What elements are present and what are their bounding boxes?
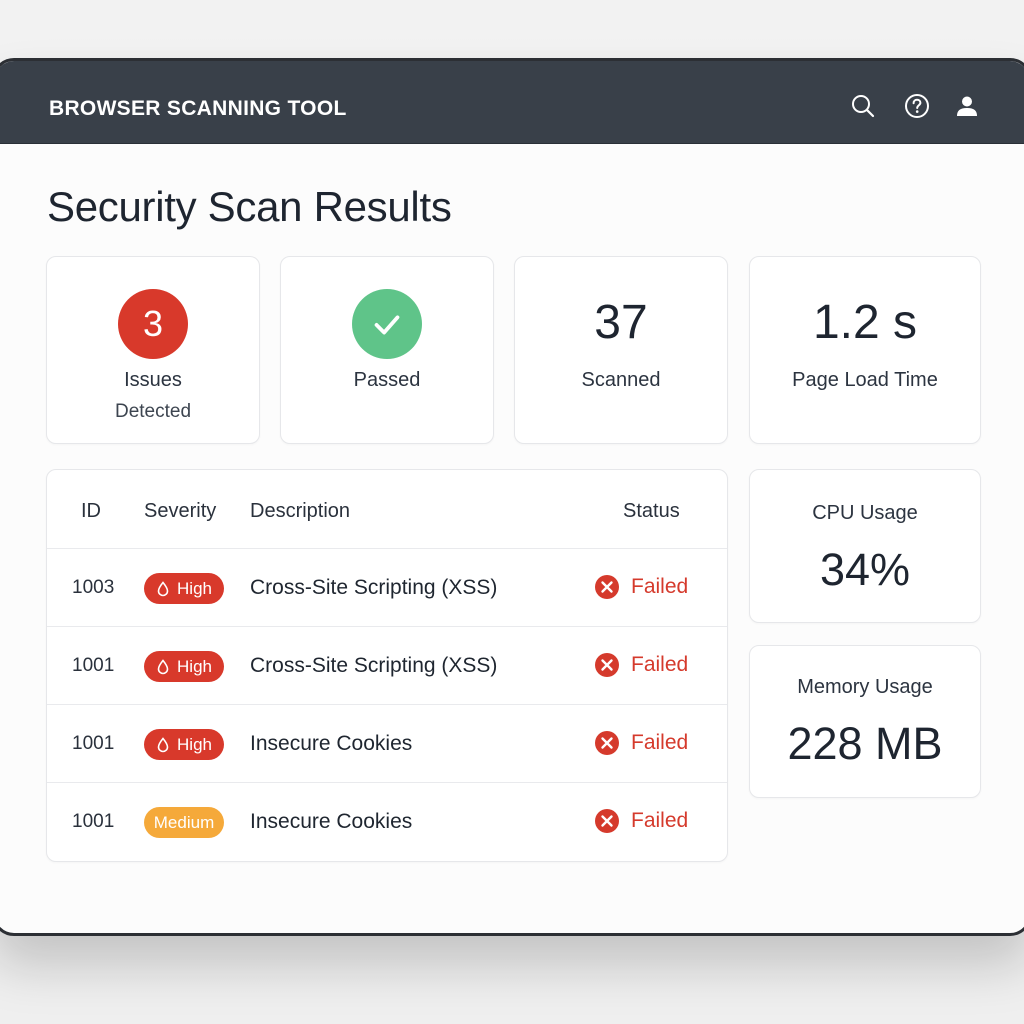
user-icon[interactable] (954, 93, 980, 119)
header-status: Status (623, 500, 680, 522)
drop-icon (157, 736, 169, 752)
scanned-card: 37 Scanned (514, 256, 728, 444)
severity-label: Medium (153, 812, 215, 832)
search-icon[interactable] (850, 93, 876, 119)
header-severity: Severity (144, 500, 217, 522)
row-id: 1003 (72, 577, 115, 598)
row-id: 1001 (72, 811, 115, 832)
error-icon (595, 731, 619, 755)
row-id: 1001 (72, 733, 115, 754)
table-row[interactable]: 1001 High Cross-Site Scripting (XSS) Fai… (47, 626, 727, 705)
issues-label: Issues (124, 369, 182, 391)
memory-usage-label: Memory Usage (797, 676, 933, 698)
drop-icon (157, 580, 169, 596)
memory-usage-value: 228 MB (787, 718, 943, 769)
severity-badge-high: High (144, 651, 224, 682)
severity-label: High (177, 656, 212, 676)
status-failed: Failed (594, 730, 688, 756)
table-row[interactable]: 1001 Medium Insecure Cookies Failed (47, 782, 727, 861)
app-title: BROWSER SCANNING TOOL (49, 97, 347, 120)
severity-label: High (177, 734, 212, 754)
memory-usage-card: Memory Usage 228 MB (749, 645, 981, 798)
error-icon (595, 809, 619, 833)
row-description: Cross-Site Scripting (XSS) (250, 654, 498, 677)
severity-badge-high: High (144, 573, 224, 604)
table-row[interactable]: 1001 High Insecure Cookies Failed (47, 704, 727, 783)
error-icon (595, 653, 619, 677)
cpu-usage-value: 34% (819, 544, 911, 595)
page: BROWSER SCANNING TOOL Security Scan Resu… (0, 0, 1024, 1024)
row-id: 1001 (72, 655, 115, 676)
passed-card: Passed (280, 256, 494, 444)
page-title: Security Scan Results (47, 183, 452, 230)
status-label: Failed (631, 575, 689, 598)
passed-badge (352, 289, 422, 359)
check-icon (374, 315, 400, 335)
status-failed: Failed (594, 574, 688, 600)
error-icon (595, 575, 619, 599)
header-id: ID (81, 500, 101, 522)
row-description: Insecure Cookies (250, 732, 413, 755)
drop-icon (157, 658, 169, 674)
table-row[interactable]: 1003 High Cross-Site Scripting (XSS) Fai… (47, 548, 727, 627)
severity-label: High (177, 578, 212, 598)
header-description: Description (250, 500, 351, 522)
scanned-label: Scanned (581, 369, 661, 391)
help-icon[interactable] (904, 93, 930, 119)
cpu-usage-card: CPU Usage 34% (749, 469, 981, 623)
load-time-value: 1.2 s (812, 296, 918, 349)
issues-card: 3 Issues Detected (46, 256, 260, 444)
severity-badge-medium: Medium (144, 807, 224, 838)
load-time-card: 1.2 s Page Load Time (749, 256, 981, 444)
results-table: ID Severity Description Status 1003 High… (46, 469, 728, 862)
status-failed: Failed (594, 652, 688, 678)
cpu-usage-label: CPU Usage (812, 502, 918, 524)
scanned-value: 37 (594, 296, 648, 349)
status-failed: Failed (594, 808, 688, 834)
load-time-label: Page Load Time (792, 369, 938, 391)
row-description: Insecure Cookies (250, 810, 413, 833)
top-bar: BROWSER SCANNING TOOL (0, 61, 1024, 144)
issues-count-badge: 3 (118, 289, 188, 359)
passed-label: Passed (353, 369, 421, 391)
row-description: Cross-Site Scripting (XSS) (250, 576, 498, 599)
issues-count: 3 (142, 303, 164, 344)
status-label: Failed (631, 731, 689, 754)
app-window: BROWSER SCANNING TOOL Security Scan Resu… (0, 58, 1024, 936)
severity-badge-high: High (144, 729, 224, 760)
issues-sublabel: Detected (114, 401, 192, 422)
status-label: Failed (631, 809, 689, 832)
status-label: Failed (631, 653, 689, 676)
